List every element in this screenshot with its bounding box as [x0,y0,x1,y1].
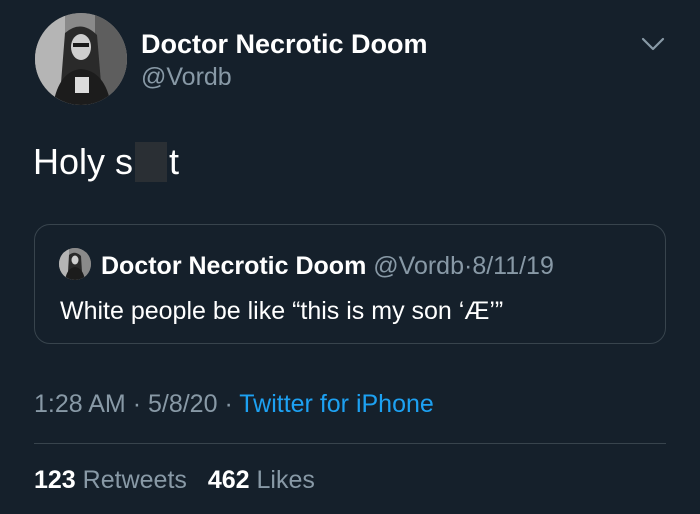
author-handle[interactable]: @Vordb [141,63,232,92]
author-display-name[interactable]: Doctor Necrotic Doom [141,29,428,60]
censor-block [135,142,168,182]
meta-separator: · [132,390,142,418]
quoted-tweet-date: 8/11/19 [472,252,554,280]
avatar[interactable] [35,13,127,105]
quoted-tweet[interactable]: Doctor Necrotic Doom @Vordb·8/11/19 Whit… [34,224,666,344]
likes-count: 462 [207,466,250,494]
quoted-tweet-display-name: Doctor Necrotic Doom [101,252,367,280]
tweet-date[interactable]: 5/8/20 [148,390,218,418]
meta-separator: · [224,390,233,418]
tweet-stats: 123 Retweets 462 Likes [34,466,329,495]
retweets-label: Retweets [82,466,187,494]
tweet-text: Holy s t [33,141,179,183]
chevron-down-icon[interactable] [640,34,666,54]
quoted-tweet-header: Doctor Necrotic Doom @Vordb·8/11/19 [101,252,554,281]
tweet-time[interactable]: 1:28 AM [34,390,126,418]
likes-stat[interactable]: 462 Likes [208,466,315,494]
quoted-tweet-handle: @Vordb [373,252,464,280]
quoted-tweet-text: White people be like “this is my son ‘Æ’… [60,297,504,325]
tweet-text-start: Holy s [33,141,134,182]
likes-label: Likes [256,466,315,494]
quoted-tweet-avatar [59,248,91,280]
tweet-source-link[interactable]: Twitter for iPhone [239,390,434,418]
tweet: Doctor Necrotic Doom @Vordb Holy s t Doct… [0,0,700,514]
tweet-text-end: t [169,141,180,182]
retweets-count: 123 [34,466,76,494]
retweets-stat[interactable]: 123 Retweets [34,466,187,494]
tweet-meta: 1:28 AM · 5/8/20 · Twitter for iPhone [34,390,434,419]
divider [34,443,666,444]
